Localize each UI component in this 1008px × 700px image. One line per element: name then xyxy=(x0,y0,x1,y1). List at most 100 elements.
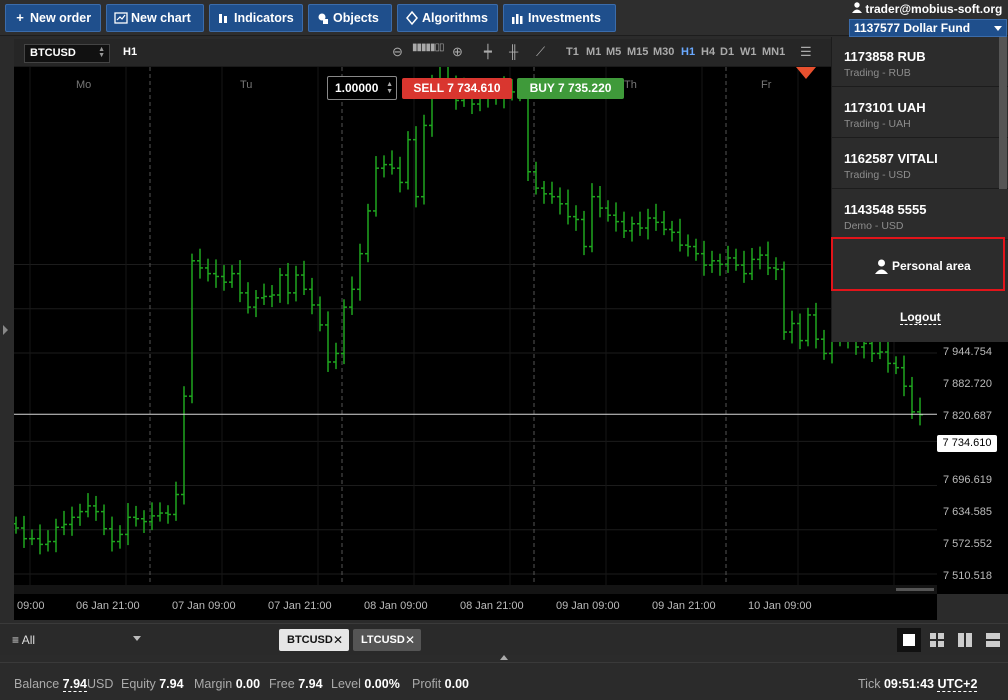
symbol-select-label: BTCUSD xyxy=(30,47,76,59)
chart-tab-bar: ≡ All BTCUSD ✕ LTCUSD ✕ xyxy=(0,623,1008,655)
layout-rows-button[interactable] xyxy=(981,628,1005,652)
chart-scroll-thumb xyxy=(896,588,934,591)
close-icon[interactable]: ✕ xyxy=(405,629,415,651)
tf-w1[interactable]: W1 xyxy=(740,46,757,58)
new-order-label: New order xyxy=(30,11,92,25)
candles-icon[interactable]: ╫ xyxy=(509,44,518,59)
layout-grid-button[interactable] xyxy=(925,628,949,652)
price-bar xyxy=(877,339,883,360)
spinner-icon[interactable]: ▲ ▼ xyxy=(386,81,393,95)
equity-status: Equity 7.94 xyxy=(121,677,184,691)
tf-m15[interactable]: M15 xyxy=(627,46,648,58)
new-chart-button[interactable]: New chart xyxy=(106,4,204,32)
user-icon xyxy=(875,259,888,274)
time-axis: 09:00 06 Jan 21:00 07 Jan 09:00 07 Jan 2… xyxy=(14,594,937,620)
price-bar xyxy=(645,208,651,240)
order-quantity-value: 1.00000 xyxy=(335,81,379,95)
personal-area-button[interactable]: Personal area xyxy=(831,237,1005,291)
bar-chart-icon[interactable]: ┿ xyxy=(484,44,492,60)
margin-status: Margin 0.00 xyxy=(194,677,260,691)
price-bar xyxy=(909,376,915,419)
algorithms-button[interactable]: Algorithms xyxy=(397,4,498,32)
chart-plot-area[interactable]: Mo Tu We Th Fr xyxy=(14,67,937,594)
new-order-button[interactable]: + New order xyxy=(5,4,101,32)
sell-button[interactable]: SELL 7 734.610 xyxy=(402,78,512,99)
margin-value: 0.00 xyxy=(235,677,261,691)
price-bar xyxy=(421,114,427,205)
buy-button[interactable]: BUY 7 735.220 xyxy=(517,78,624,99)
tf-h4[interactable]: H4 xyxy=(701,46,715,58)
algorithms-label: Algorithms xyxy=(422,11,488,25)
account-item[interactable]: 1143548 5555 Demo - USD xyxy=(832,190,1008,240)
expand-panel-icon[interactable] xyxy=(500,655,508,660)
single-window-icon xyxy=(903,634,915,646)
investments-button[interactable]: Investments xyxy=(503,4,616,32)
rows-icon xyxy=(986,633,1000,647)
tf-h1[interactable]: H1 xyxy=(681,46,695,58)
timezone-select[interactable]: UTC+2 xyxy=(937,677,978,692)
tf-t1[interactable]: T1 xyxy=(566,46,579,58)
price-tick: 7 510.518 xyxy=(943,570,992,582)
user-icon xyxy=(852,2,865,16)
main-toolbar: + New order New chart Indicators Objects… xyxy=(0,0,1008,37)
tab-btcusd[interactable]: BTCUSD ✕ xyxy=(279,629,349,651)
price-bar xyxy=(781,261,787,340)
account-select[interactable]: 1137577 Dollar Fund xyxy=(849,19,1007,37)
symbol-filter-label: All xyxy=(21,633,36,647)
day-label: Th xyxy=(624,79,637,91)
tf-m5[interactable]: M5 xyxy=(606,46,621,58)
line-chart-icon[interactable]: ⟋ xyxy=(536,44,545,60)
settings-icon[interactable]: ☰ xyxy=(800,44,812,60)
price-bar xyxy=(629,216,635,242)
account-item[interactable]: 1162587 VITALI Trading - USD xyxy=(832,139,1008,189)
tab-label: BTCUSD xyxy=(287,634,333,646)
tf-m30[interactable]: M30 xyxy=(653,46,674,58)
tf-d1[interactable]: D1 xyxy=(720,46,734,58)
time-tick: 06 Jan 21:00 xyxy=(76,600,140,612)
expand-left-icon[interactable] xyxy=(3,325,8,335)
close-icon[interactable]: ✕ xyxy=(333,629,343,651)
level-label: Level xyxy=(331,677,361,691)
symbol-select[interactable]: BTCUSD ▲ ▼ xyxy=(24,44,110,63)
price-bar xyxy=(565,189,571,225)
zoom-in-icon[interactable]: ⊕ xyxy=(452,44,463,60)
time-tick: 08 Jan 09:00 xyxy=(364,600,428,612)
time-tick: 07 Jan 21:00 xyxy=(268,600,332,612)
layout-columns-button[interactable] xyxy=(953,628,977,652)
balance-value[interactable]: 7.94 xyxy=(62,677,88,692)
price-bar xyxy=(765,241,771,276)
price-bar xyxy=(61,510,67,536)
account-list-scrollbar[interactable] xyxy=(999,37,1007,189)
objects-button[interactable]: Objects xyxy=(308,4,392,32)
account-item[interactable]: 1173101 UAH Trading - UAH xyxy=(832,88,1008,138)
price-bar xyxy=(229,265,235,288)
chevron-down-icon[interactable] xyxy=(133,636,141,641)
price-bar xyxy=(741,250,747,283)
indicators-button[interactable]: Indicators xyxy=(209,4,303,32)
personal-area-label: Personal area xyxy=(892,259,971,273)
price-bar xyxy=(77,503,83,526)
current-price-label: 7 734.610 xyxy=(937,435,997,452)
symbol-filter[interactable]: ≡ All xyxy=(12,633,35,647)
price-bar xyxy=(237,260,243,303)
tab-ltcusd[interactable]: LTCUSD ✕ xyxy=(353,629,421,651)
account-item[interactable]: 1173858 RUB Trading - RUB xyxy=(832,37,1008,87)
zoom-out-icon[interactable]: ⊖ xyxy=(392,44,403,60)
layout-single-button[interactable] xyxy=(897,628,921,652)
indicators-icon xyxy=(217,5,231,31)
tf-m1[interactable]: M1 xyxy=(586,46,601,58)
price-tick: 7 820.687 xyxy=(943,410,992,422)
price-bar xyxy=(157,502,163,522)
scroll-marker-icon[interactable] xyxy=(796,67,816,79)
price-bar xyxy=(733,248,739,271)
price-bar xyxy=(669,220,675,242)
price-bar xyxy=(85,493,91,518)
user-email[interactable]: trader@mobius-soft.org xyxy=(852,2,1002,16)
price-bar xyxy=(653,203,659,231)
price-bar xyxy=(101,504,107,536)
tf-mn1[interactable]: MN1 xyxy=(762,46,785,58)
logout-link[interactable]: Logout xyxy=(900,310,941,325)
order-quantity-input[interactable]: 1.00000 ▲ ▼ xyxy=(327,76,397,100)
zoom-slider[interactable]: ▮▮▮▮▮▯▯ xyxy=(412,42,445,53)
tick-status: Tick 09:51:43 UTC+2 xyxy=(858,677,978,692)
